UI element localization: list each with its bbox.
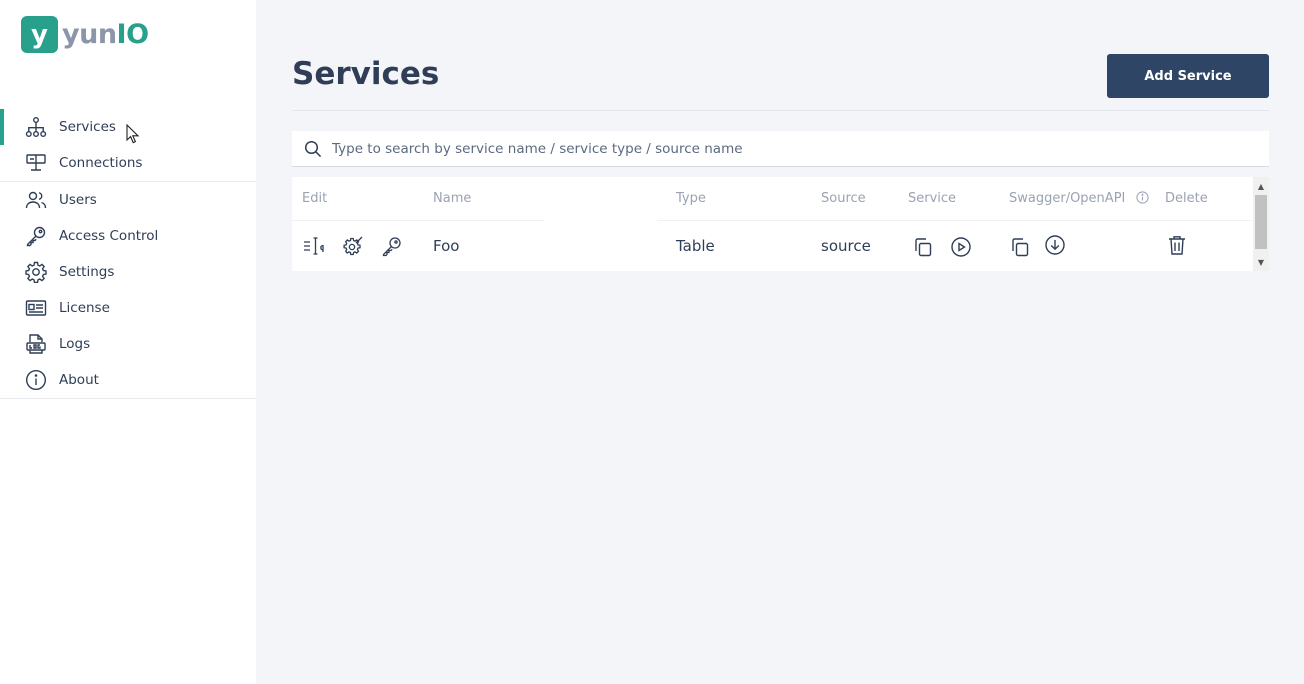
logo-text-part1: yun: [62, 19, 117, 50]
nav-group-main: Services Connections: [0, 109, 256, 182]
sidebar-item-label: Services: [59, 119, 116, 135]
column-header-swagger: Swagger/OpenAPI: [1009, 191, 1149, 206]
run-service-icon[interactable]: [949, 235, 973, 259]
column-header-edit: Edit: [302, 191, 328, 206]
scroll-up-arrow-icon[interactable]: ▲: [1253, 179, 1269, 193]
key-icon[interactable]: [380, 234, 404, 258]
sidebar-item-label: License: [59, 300, 110, 316]
app-logo[interactable]: y yunIO: [21, 16, 149, 53]
configure-icon[interactable]: [341, 234, 365, 258]
info-icon[interactable]: [1135, 191, 1149, 204]
sidebar-item-label: Access Control: [59, 228, 159, 244]
search-input[interactable]: [332, 133, 1269, 164]
id-card-icon: [25, 297, 47, 319]
logo-text: yunIO: [62, 19, 149, 50]
header-underline: [657, 220, 1252, 221]
add-service-button[interactable]: Add Service: [1107, 54, 1269, 98]
column-header-service: Service: [908, 191, 957, 206]
download-swagger-icon[interactable]: [1043, 233, 1067, 257]
sidebar-item-access-control[interactable]: Access Control: [0, 218, 256, 254]
delete-icon[interactable]: [1165, 233, 1189, 257]
sidebar-item-license[interactable]: License: [0, 290, 256, 326]
gear-icon: [25, 261, 47, 283]
sidebar: y yunIO Services Connections Users Acces…: [0, 0, 256, 684]
column-header-name[interactable]: Name: [433, 191, 471, 206]
nav-group-admin: Users Access Control Settings License Lo…: [0, 182, 256, 399]
header-underline: [292, 220, 544, 221]
sidebar-item-label: Logs: [59, 336, 91, 352]
title-divider: [292, 110, 1269, 111]
sidebar-item-about[interactable]: About: [0, 362, 256, 398]
edit-fields-icon[interactable]: [302, 234, 326, 258]
services-table: Edit Name Type Source Service Swagger/Op…: [292, 177, 1269, 271]
sidebar-item-label: Connections: [59, 155, 143, 171]
copy-service-url-icon[interactable]: [911, 235, 935, 259]
sidebar-item-settings[interactable]: Settings: [0, 254, 256, 290]
copy-swagger-url-icon[interactable]: [1008, 235, 1032, 259]
page-title: Services: [292, 56, 440, 92]
column-header-type[interactable]: Type: [676, 191, 706, 206]
sidebar-item-label: About: [59, 372, 99, 388]
key-icon: [25, 225, 47, 247]
service-name: Foo: [433, 237, 460, 255]
logo-text-part2: IO: [116, 19, 150, 50]
search-bar: [292, 131, 1269, 167]
sidebar-item-label: Users: [59, 192, 97, 208]
mouse-cursor-icon: [126, 124, 140, 144]
sidebar-item-logs[interactable]: Logs: [0, 326, 256, 362]
table-scrollbar[interactable]: ▲ ▼: [1253, 177, 1269, 271]
service-source: source: [821, 237, 871, 255]
connections-icon: [25, 152, 47, 174]
service-type: Table: [676, 237, 715, 255]
sidebar-nav: Services Connections Users Access Contro…: [0, 109, 256, 399]
column-header-source[interactable]: Source: [821, 191, 866, 206]
search-icon: [303, 139, 323, 159]
sidebar-item-connections[interactable]: Connections: [0, 145, 256, 181]
logs-icon: [25, 333, 47, 355]
sitemap-icon: [25, 116, 47, 138]
sidebar-item-label: Settings: [59, 264, 115, 280]
swagger-header-label: Swagger/OpenAPI: [1009, 191, 1126, 206]
users-icon: [25, 189, 47, 211]
info-icon: [25, 369, 47, 391]
sidebar-item-users[interactable]: Users: [0, 182, 256, 218]
logo-mark: y: [21, 16, 58, 53]
column-header-delete: Delete: [1165, 191, 1208, 206]
scrollbar-thumb[interactable]: [1255, 195, 1267, 249]
scroll-down-arrow-icon[interactable]: ▼: [1253, 255, 1269, 269]
